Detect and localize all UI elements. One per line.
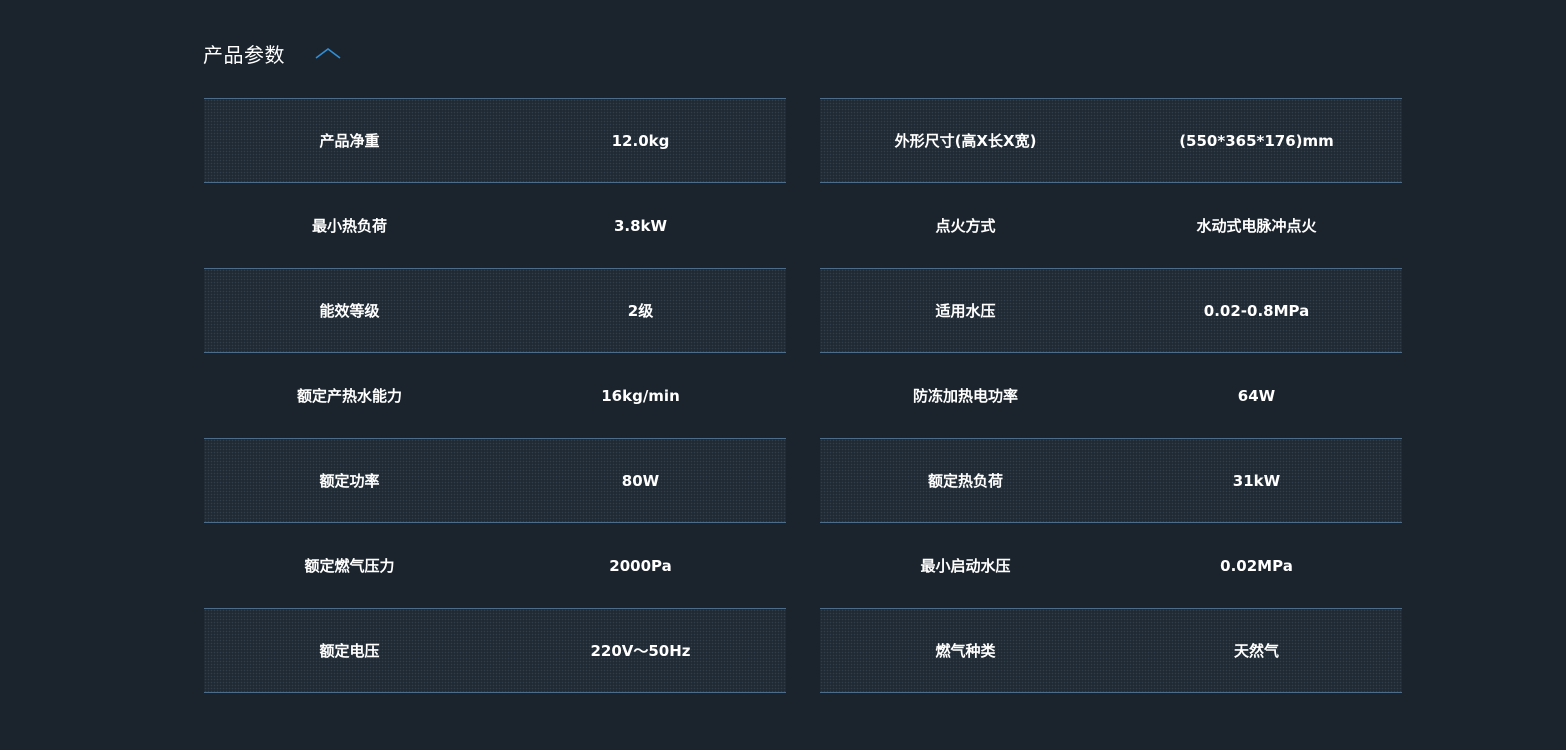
specs-column-right: 外形尺寸(高X长X宽) (550*365*176)mm 点火方式 水动式电脉冲点… (820, 98, 1402, 693)
spec-value: (550*365*176)mm (1179, 131, 1334, 150)
spec-row: 防冻加热电功率 64W (820, 353, 1402, 438)
spec-value: 220V～50Hz (590, 642, 691, 660)
spec-row: 点火方式 水动式电脉冲点火 (820, 183, 1402, 268)
spec-row: 最小启动水压 0.02MPa (820, 523, 1402, 608)
spec-value: 2级 (627, 302, 654, 320)
spec-value: 31kW (1232, 471, 1281, 490)
spec-value: 天然气 (1233, 642, 1279, 660)
spec-value: 3.8kW (613, 216, 668, 235)
spec-value: 12.0kg (611, 131, 670, 150)
chevron-up-icon (315, 48, 341, 59)
spec-label: 最小热负荷 (311, 217, 387, 235)
spec-value: 0.02-0.8MPa (1203, 301, 1310, 320)
specs-column-left: 产品净重 12.0kg 最小热负荷 3.8kW 能效等级 2级 额定产热水能力 … (204, 98, 786, 693)
spec-row: 额定燃气压力 2000Pa (204, 523, 786, 608)
spec-label: 点火方式 (935, 217, 996, 235)
spec-label: 额定产热水能力 (296, 387, 402, 405)
spec-label: 防冻加热电功率 (912, 387, 1018, 405)
spec-row: 额定产热水能力 16kg/min (204, 353, 786, 438)
spec-value: 16kg/min (601, 386, 680, 405)
spec-row: 适用水压 0.02-0.8MPa (820, 268, 1402, 353)
spec-label: 额定燃气压力 (304, 557, 395, 575)
spec-row: 额定功率 80W (204, 438, 786, 523)
spec-row: 能效等级 2级 (204, 268, 786, 353)
section-header: 产品参数 (203, 36, 341, 70)
spec-value: 2000Pa (609, 556, 672, 575)
spec-value: 80W (621, 471, 660, 490)
specs-table: 产品净重 12.0kg 最小热负荷 3.8kW 能效等级 2级 额定产热水能力 … (204, 98, 1402, 693)
spec-label: 外形尺寸(高X长X宽) (894, 132, 1037, 150)
spec-value: 0.02MPa (1220, 556, 1293, 575)
spec-value: 水动式电脉冲点火 (1196, 217, 1317, 235)
spec-label: 额定热负荷 (927, 472, 1003, 490)
spec-row: 额定电压 220V～50Hz (204, 608, 786, 693)
spec-value: 64W (1237, 386, 1276, 405)
section-title: 产品参数 (203, 42, 285, 67)
spec-row: 额定热负荷 31kW (820, 438, 1402, 523)
spec-label: 适用水压 (935, 302, 996, 320)
spec-row: 外形尺寸(高X长X宽) (550*365*176)mm (820, 98, 1402, 183)
spec-label: 最小启动水压 (920, 557, 1011, 575)
spec-label: 能效等级 (319, 302, 380, 320)
collapse-toggle-button[interactable] (315, 45, 341, 61)
spec-label: 燃气种类 (935, 642, 996, 660)
spec-row: 最小热负荷 3.8kW (204, 183, 786, 268)
spec-label: 额定功率 (319, 472, 380, 490)
spec-row: 燃气种类 天然气 (820, 608, 1402, 693)
spec-label: 额定电压 (319, 642, 380, 660)
spec-label: 产品净重 (319, 132, 380, 150)
spec-row: 产品净重 12.0kg (204, 98, 786, 183)
